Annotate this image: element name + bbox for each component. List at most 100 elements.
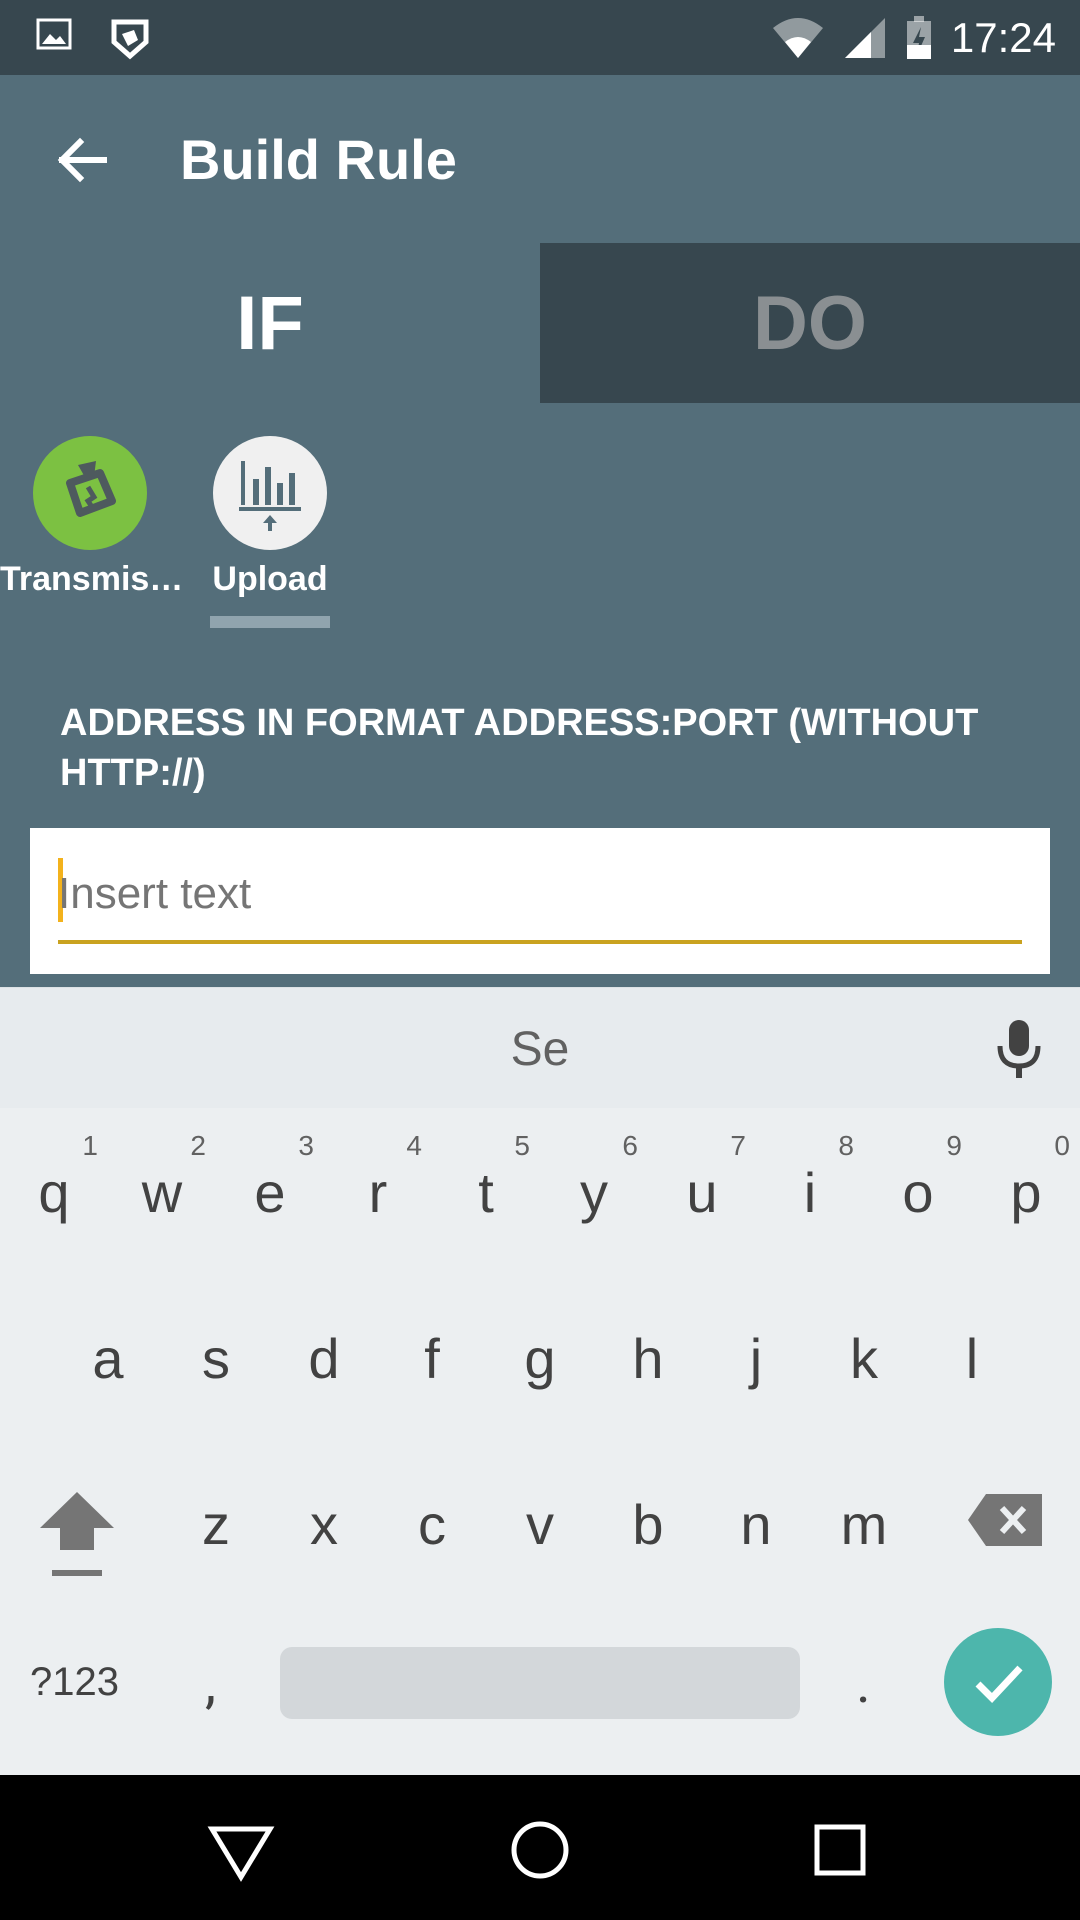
status-bar: 17:24 <box>0 0 1080 75</box>
key-char: f <box>424 1327 440 1390</box>
key-number: 2 <box>190 1130 206 1161</box>
wifi-icon <box>772 18 823 58</box>
key-char: t <box>478 1161 494 1224</box>
suggestion-strip: Se <box>0 987 1080 1108</box>
selected-channel-indicator <box>210 616 330 628</box>
recents-square-icon[interactable] <box>805 1815 875 1885</box>
key-char: n <box>740 1493 772 1556</box>
key-char: q <box>38 1161 70 1224</box>
key-char: r <box>368 1161 388 1224</box>
period-key[interactable]: . <box>856 1650 871 1716</box>
mic-icon[interactable] <box>994 1018 1044 1080</box>
space-bar[interactable] <box>280 1647 800 1719</box>
key-i[interactable]: 8i <box>756 1110 864 1260</box>
notification-icons <box>36 16 152 60</box>
key-number: 5 <box>514 1130 530 1161</box>
arrow-back-icon[interactable] <box>52 130 112 190</box>
home-circle-icon[interactable] <box>505 1815 575 1885</box>
navigation-bar <box>0 1775 1080 1920</box>
tab-if[interactable]: IF <box>0 243 540 403</box>
key-char: v <box>526 1493 554 1556</box>
channel-label: Upload <box>212 560 328 598</box>
key-h[interactable]: h <box>594 1296 702 1446</box>
key-l[interactable]: l <box>918 1296 1026 1446</box>
input-underline <box>58 940 1022 944</box>
signal-icon <box>844 18 885 58</box>
system-icons: 17:24 <box>771 8 1056 68</box>
key-number: 0 <box>1054 1130 1070 1161</box>
key-char: j <box>749 1327 763 1390</box>
key-c[interactable]: c <box>378 1462 486 1612</box>
key-char: g <box>524 1327 556 1390</box>
key-number: 3 <box>298 1130 314 1161</box>
transmission-icon <box>33 436 147 550</box>
shield-icon <box>111 19 149 60</box>
key-char: h <box>632 1327 664 1390</box>
shift-icon[interactable] <box>38 1490 116 1580</box>
key-a[interactable]: a <box>54 1296 162 1446</box>
suggestion-word[interactable]: Se <box>0 1022 1080 1077</box>
key-y[interactable]: 6y <box>540 1110 648 1260</box>
key-p[interactable]: 0p <box>972 1110 1080 1260</box>
key-q[interactable]: 1q <box>0 1110 108 1260</box>
done-key[interactable] <box>944 1628 1052 1736</box>
key-w[interactable]: 2w <box>108 1110 216 1260</box>
symbols-key[interactable]: ?123 <box>30 1660 119 1705</box>
key-t[interactable]: 5t <box>432 1110 540 1260</box>
key-x[interactable]: x <box>270 1462 378 1612</box>
address-input[interactable] <box>58 848 1018 940</box>
key-char: c <box>418 1493 446 1556</box>
key-char: o <box>902 1161 934 1224</box>
image-icon <box>36 18 72 50</box>
key-char: p <box>1010 1161 1042 1224</box>
page-title: Build Rule <box>180 128 457 191</box>
key-f[interactable]: f <box>378 1296 486 1446</box>
channel-upload[interactable]: Upload <box>180 436 360 636</box>
key-char: y <box>580 1161 608 1224</box>
key-u[interactable]: 7u <box>648 1110 756 1260</box>
back-triangle-icon[interactable] <box>206 1815 276 1885</box>
key-char: m <box>840 1493 888 1556</box>
key-char: z <box>202 1493 230 1556</box>
tab-do[interactable]: DO <box>540 243 1080 403</box>
key-k[interactable]: k <box>810 1296 918 1446</box>
key-number: 1 <box>82 1130 98 1161</box>
key-number: 9 <box>946 1130 962 1161</box>
key-char: k <box>850 1327 878 1390</box>
key-number: 6 <box>622 1130 638 1161</box>
channel-transmission[interactable]: Transmis… <box>0 436 184 636</box>
upload-chart-icon <box>213 436 327 550</box>
key-char: i <box>803 1161 817 1224</box>
key-char: a <box>92 1327 124 1390</box>
clock: 17:24 <box>950 14 1056 61</box>
check-icon <box>975 1665 1023 1704</box>
key-e[interactable]: 3e <box>216 1110 324 1260</box>
key-char: x <box>310 1493 338 1556</box>
app-bar: Build Rule <box>0 75 1080 243</box>
key-b[interactable]: b <box>594 1462 702 1612</box>
backspace-icon[interactable] <box>966 1490 1046 1550</box>
key-z[interactable]: z <box>162 1462 270 1612</box>
key-g[interactable]: g <box>486 1296 594 1446</box>
key-s[interactable]: s <box>162 1296 270 1446</box>
key-o[interactable]: 9o <box>864 1110 972 1260</box>
key-char: e <box>254 1161 286 1224</box>
channel-label: Transmis… <box>0 560 184 598</box>
key-number: 8 <box>838 1130 854 1161</box>
key-char: d <box>308 1327 340 1390</box>
input-card <box>30 828 1050 974</box>
key-r[interactable]: 4r <box>324 1110 432 1260</box>
key-d[interactable]: d <box>270 1296 378 1446</box>
key-number: 7 <box>730 1130 746 1161</box>
key-char: l <box>965 1327 979 1390</box>
comma-key[interactable]: , <box>205 1650 216 1716</box>
key-n[interactable]: n <box>702 1462 810 1612</box>
key-char: u <box>686 1161 718 1224</box>
key-m[interactable]: m <box>810 1462 918 1612</box>
if-do-tabs: IF DO <box>0 243 1080 403</box>
key-v[interactable]: v <box>486 1462 594 1612</box>
key-j[interactable]: j <box>702 1296 810 1446</box>
key-char: w <box>141 1161 183 1224</box>
field-prompt: ADDRESS IN FORMAT ADDRESS:PORT (WITHOUT … <box>60 702 979 794</box>
channel-selector: Transmis… Upload <box>0 436 1080 636</box>
